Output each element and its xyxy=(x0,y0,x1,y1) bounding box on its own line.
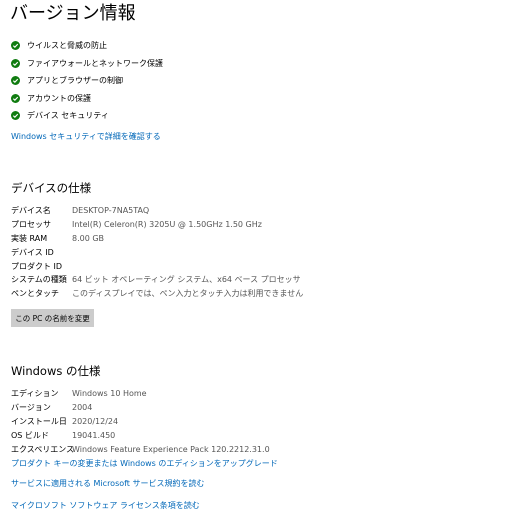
rename-pc-button[interactable]: この PC の名前を変更 xyxy=(11,309,94,327)
spec-key: デバイス名 xyxy=(11,206,51,216)
spec-value: 2020/12/24 xyxy=(72,416,119,426)
security-item-device-security: デバイス セキュリティ xyxy=(11,107,163,125)
security-item-label: ウイルスと脅威の防止 xyxy=(27,41,107,51)
spec-row-ram: 実装 RAM 8.00 GB xyxy=(11,232,303,246)
windows-security-details-link[interactable]: Windows セキュリティで詳細を確認する xyxy=(11,131,161,142)
spec-row-product-id: プロダクト ID xyxy=(11,259,303,273)
spec-value: Intel(R) Celeron(R) 3205U @ 1.50GHz 1.50… xyxy=(72,220,262,230)
spec-row-version: バージョン 2004 xyxy=(11,401,270,415)
security-item-label: デバイス セキュリティ xyxy=(27,111,109,121)
spec-row-device-name: デバイス名 DESKTOP-7NA5TAQ xyxy=(11,204,303,218)
spec-value: 19041.450 xyxy=(72,430,116,440)
spec-value: このディスプレイでは、ペン入力とタッチ入力は利用できません xyxy=(72,289,304,299)
spec-key: システムの種類 xyxy=(11,275,67,285)
spec-value: 64 ビット オペレーティング システム、x64 ベース プロセッサ xyxy=(72,275,301,285)
check-circle-icon xyxy=(11,93,20,103)
security-item-virus-protection: ウイルスと脅威の防止 xyxy=(11,37,163,55)
spec-key: バージョン xyxy=(11,403,51,413)
change-product-key-link[interactable]: プロダクト キーの変更または Windows のエディションをアップグレード xyxy=(11,458,278,469)
spec-key: エディション xyxy=(11,389,59,399)
security-item-label: アカウントの保護 xyxy=(27,93,91,103)
spec-row-os-build: OS ビルド 19041.450 xyxy=(11,428,270,442)
device-spec-heading: デバイスの仕様 xyxy=(11,181,92,195)
page-title: バージョン情報 xyxy=(10,3,136,24)
spec-key: 実装 RAM xyxy=(11,233,48,243)
security-item-label: アプリとブラウザーの制御 xyxy=(27,76,123,86)
spec-row-experience: エクスペリエンス Windows Feature Experience Pack… xyxy=(11,442,270,456)
spec-value: 8.00 GB xyxy=(72,233,105,243)
security-item-label: ファイアウォールとネットワーク保護 xyxy=(27,58,163,68)
spec-value: Windows 10 Home xyxy=(72,389,147,399)
license-terms-link[interactable]: マイクロソフト ソフトウェア ライセンス条項を読む xyxy=(11,500,200,511)
security-item-firewall: ファイアウォールとネットワーク保護 xyxy=(11,55,163,73)
security-feature-list: ウイルスと脅威の防止 ファイアウォールとネットワーク保護 アプリとブラウザーの制… xyxy=(11,37,163,125)
spec-key: プロセッサ xyxy=(11,220,51,230)
spec-key: デバイス ID xyxy=(11,247,54,257)
windows-spec-heading: Windows の仕様 xyxy=(11,364,101,378)
device-spec-table: デバイス名 DESKTOP-7NA5TAQ プロセッサ Intel(R) Cel… xyxy=(11,204,303,301)
service-agreement-link[interactable]: サービスに適用される Microsoft サービス規約を読む xyxy=(11,478,205,489)
windows-spec-table: エディション Windows 10 Home バージョン 2004 インストール… xyxy=(11,387,270,456)
spec-key: プロダクト ID xyxy=(11,261,63,271)
spec-key: ペンとタッチ xyxy=(11,289,59,299)
check-circle-icon xyxy=(11,76,20,86)
security-item-app-browser-control: アプリとブラウザーの制御 xyxy=(11,72,163,90)
check-circle-icon xyxy=(11,58,20,68)
spec-key: インストール日 xyxy=(11,416,67,426)
spec-value: 2004 xyxy=(72,403,93,413)
spec-row-pen-touch: ペンとタッチ このディスプレイでは、ペン入力とタッチ入力は利用できません xyxy=(11,287,303,301)
spec-row-system-type: システムの種類 64 ビット オペレーティング システム、x64 ベース プロセ… xyxy=(11,273,303,287)
spec-row-edition: エディション Windows 10 Home xyxy=(11,387,270,401)
spec-key: OS ビルド xyxy=(11,430,49,440)
spec-row-install-date: インストール日 2020/12/24 xyxy=(11,415,270,429)
check-circle-icon xyxy=(11,111,20,121)
spec-value: DESKTOP-7NA5TAQ xyxy=(72,206,150,216)
spec-key: エクスペリエンス xyxy=(11,444,75,454)
check-circle-icon xyxy=(11,41,20,51)
spec-row-processor: プロセッサ Intel(R) Celeron(R) 3205U @ 1.50GH… xyxy=(11,218,303,232)
spec-value: Windows Feature Experience Pack 120.2212… xyxy=(72,444,270,454)
security-item-account-protection: アカウントの保護 xyxy=(11,90,163,108)
spec-row-device-id: デバイス ID xyxy=(11,245,303,259)
